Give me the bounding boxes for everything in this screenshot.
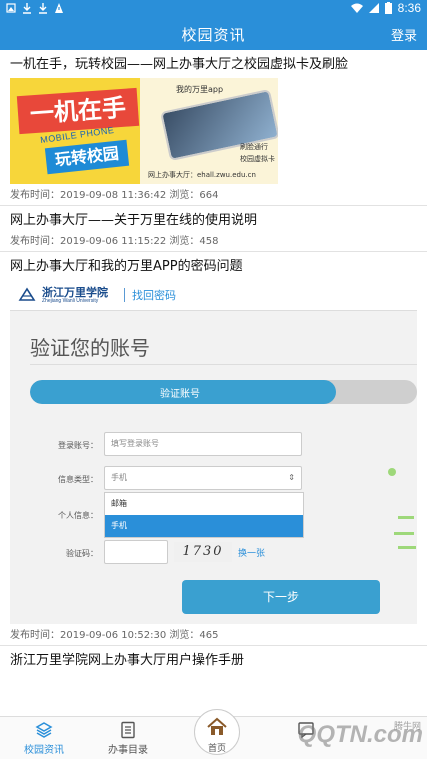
info-type-select: 手机 ⇕	[104, 466, 302, 490]
school-name-en: Zhejiang Wanli University	[42, 298, 99, 304]
site-header: 浙江万里学院 Zhejiang Wanli University 找回密码	[10, 280, 417, 311]
decoration	[398, 546, 416, 549]
progress-bar: 验证账号	[30, 380, 417, 404]
nav-item-service-directory[interactable]: 办事目录	[88, 717, 168, 759]
captcha-image: 1730	[174, 542, 232, 562]
find-password-link: 找回密码	[132, 289, 176, 302]
news-item[interactable]: 网上办事大厅和我的万里APP的密码问题 浙江万里学院 Zhejiang Wanl…	[0, 252, 427, 646]
decoration	[388, 468, 396, 476]
news-item[interactable]: 浙江万里学院网上办事大厅用户操作手册	[0, 646, 427, 670]
nav-label: 首页	[207, 744, 226, 754]
change-captcha-link: 换一张	[238, 549, 266, 559]
bottom-navigation: 校园资讯 办事目录 首页 腾牛网 QQTN.com	[0, 709, 427, 759]
banner-headline: 一机在手	[16, 87, 140, 135]
banner-subheadline: 玩转校园	[44, 139, 130, 175]
dropdown-option-selected: 手机	[105, 515, 303, 537]
divider	[30, 364, 417, 365]
school-logo-icon	[18, 287, 36, 301]
download-icon	[23, 3, 31, 14]
decoration	[398, 516, 414, 519]
list-icon	[121, 721, 135, 739]
banner-caption: 校园虚拟卡	[240, 155, 275, 163]
chevron-updown-icon: ⇕	[288, 473, 295, 482]
home-icon	[207, 717, 227, 735]
divider	[124, 288, 125, 302]
news-meta: 发布时间：2019-09-08 11:36:42 浏览：664	[10, 190, 219, 201]
field-label: 信息类型：	[58, 475, 98, 484]
status-bar: 8:36	[0, 0, 427, 18]
next-step-button: 下一步	[182, 580, 380, 614]
wifi-icon	[350, 3, 363, 13]
select-value: 手机	[111, 473, 127, 482]
layers-icon	[35, 722, 53, 738]
captcha-input	[104, 540, 168, 564]
news-meta: 发布时间：2019-09-06 10:52:30 浏览：465	[10, 630, 219, 641]
dropdown-menu: 邮箱 手机	[104, 492, 304, 538]
nav-item-home[interactable]: 首页	[194, 709, 240, 755]
field-label: 登录账号：	[58, 441, 98, 450]
banner-caption: 刷脸通行	[240, 143, 268, 151]
app-header: 校园资讯 登录	[0, 18, 427, 50]
news-title[interactable]: 浙江万里学院网上办事大厅用户操作手册	[0, 646, 427, 670]
news-item[interactable]: 一机在手，玩转校园——网上办事大厅之校园虚拟卡及刷脸 一机在手 MOBILE P…	[0, 50, 427, 206]
battery-icon	[384, 2, 392, 14]
field-label: 个人信息：	[58, 511, 98, 520]
page-title: 校园资讯	[181, 26, 246, 44]
news-banner-image[interactable]: 浙江万里学院 Zhejiang Wanli University 找回密码 验证…	[10, 280, 417, 624]
news-meta: 发布时间：2019-09-06 11:15:22 浏览：458	[10, 236, 219, 247]
news-title[interactable]: 一机在手，玩转校园——网上办事大厅之校园虚拟卡及刷脸	[0, 50, 427, 74]
field-label: 验证码：	[66, 549, 98, 558]
news-list: 一机在手，玩转校园——网上办事大厅之校园虚拟卡及刷脸 一机在手 MOBILE P…	[0, 50, 427, 716]
login-button[interactable]: 登录	[391, 25, 417, 44]
nav-item-campus-news[interactable]: 校园资讯	[4, 717, 84, 759]
account-input: 填写登录账号	[104, 432, 302, 456]
signal-icon	[368, 2, 379, 13]
news-item[interactable]: 网上办事大厅——关于万里在线的使用说明 发布时间：2019-09-06 11:1…	[0, 206, 427, 252]
download-icon	[39, 3, 47, 14]
verify-heading: 验证您的账号	[30, 336, 150, 360]
clock: 8:36	[397, 1, 421, 15]
decoration	[394, 532, 414, 535]
dropdown-option: 邮箱	[111, 499, 127, 508]
banner-caption: 我的万里app	[176, 85, 224, 94]
nav-label: 校园资讯	[24, 745, 64, 756]
watermark: QQTN.com	[297, 721, 423, 748]
image-icon	[6, 3, 16, 13]
news-title[interactable]: 网上办事大厅和我的万里APP的密码问题	[0, 252, 427, 276]
news-banner-image[interactable]: 一机在手 MOBILE PHONE 玩转校园 我的万里app 刷脸通行 校园虚拟…	[10, 78, 278, 184]
banner-caption: 网上办事大厅：ehall.zwu.edu.cn	[148, 171, 256, 179]
nav-label: 办事目录	[108, 745, 148, 756]
news-title[interactable]: 网上办事大厅——关于万里在线的使用说明	[0, 206, 427, 230]
alert-icon	[55, 3, 63, 13]
progress-label: 验证账号	[160, 389, 200, 400]
banner-phone-panel: 我的万里app 刷脸通行 校园虚拟卡 网上办事大厅：ehall.zwu.edu.…	[140, 78, 278, 184]
